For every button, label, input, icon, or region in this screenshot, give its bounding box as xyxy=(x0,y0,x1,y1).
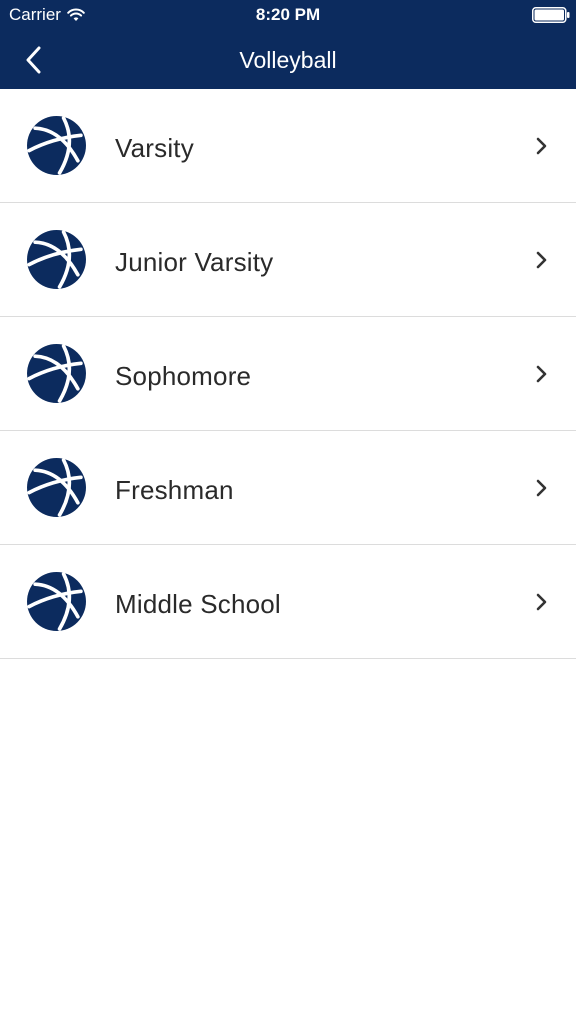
list-item-middle-school[interactable]: Middle School xyxy=(0,545,576,659)
chevron-right-icon xyxy=(536,593,547,611)
chevron-right-icon xyxy=(536,251,547,269)
chevron-right-icon xyxy=(536,137,547,155)
screen: Carrier 8:20 PM Volleyball Varsity Junio… xyxy=(0,0,576,1024)
list-item-sophomore[interactable]: Sophomore xyxy=(0,317,576,431)
list-item-label: Middle School xyxy=(115,589,281,619)
battery-icon xyxy=(532,7,570,23)
list-item-junior-varsity[interactable]: Junior Varsity xyxy=(0,203,576,317)
ball-icon xyxy=(27,230,86,289)
ball-icon xyxy=(27,572,86,631)
status-time: 8:20 PM xyxy=(255,5,321,24)
ball-icon xyxy=(27,458,86,517)
chevron-left-icon xyxy=(26,46,41,74)
team-list: Varsity Junior Varsity Sophomore Freshma… xyxy=(0,89,576,659)
status-bar: Carrier 8:20 PM xyxy=(0,0,576,30)
list-item-label: Sophomore xyxy=(115,361,252,391)
chevron-right-icon xyxy=(536,365,547,383)
page-title: Volleyball xyxy=(239,47,337,73)
list-item-freshman[interactable]: Freshman xyxy=(0,431,576,545)
back-button[interactable] xyxy=(14,40,54,80)
list-item-label: Junior Varsity xyxy=(115,247,274,277)
list-item-label: Varsity xyxy=(115,133,194,163)
chevron-right-icon xyxy=(536,479,547,497)
nav-bar: Volleyball xyxy=(0,30,576,89)
ball-icon xyxy=(27,344,86,403)
list-item-label: Freshman xyxy=(115,475,234,505)
ball-icon xyxy=(27,116,86,175)
list-item-varsity[interactable]: Varsity xyxy=(0,89,576,203)
